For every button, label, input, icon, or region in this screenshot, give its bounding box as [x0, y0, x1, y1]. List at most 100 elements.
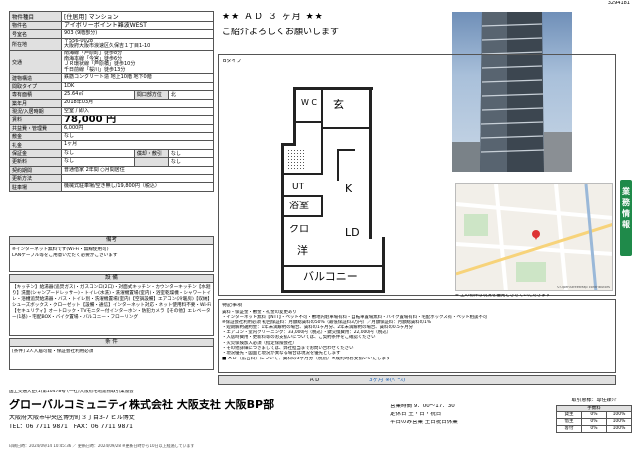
row-key: 号室名	[9, 29, 62, 39]
room-wc: W C	[300, 99, 318, 107]
plan-area: Bタイプ W C 玄 UT K 浴室 クロ LD 洋 バルコニー ©OpenSt…	[218, 54, 616, 298]
row-value: 6,000円	[61, 123, 214, 134]
row-key: 敷金	[9, 132, 62, 142]
row-key: 駐車場	[9, 182, 62, 192]
row-key: 所在地	[9, 37, 62, 51]
notes-commission: ■ ＡＤ（広告料）について：賃料の3ヶ月分（税別）※成約時お支払いいたします	[222, 357, 391, 361]
table-row: 物件種目 [住居用] マンション	[9, 11, 214, 22]
room-entry: 玄	[333, 99, 344, 110]
map-credit: ©OpenStreetMap contributors	[556, 285, 610, 289]
row-value: 南海線「芦原町」徒歩8分 南海本線「今宮」徒歩6分 ＪＲ環状線「芦原橋」徒歩10…	[61, 49, 214, 75]
table-row: 交通 南海線「芦原町」徒歩8分 南海本線「今宮」徒歩6分 ＪＲ環状線「芦原橋」徒歩…	[9, 49, 214, 75]
row-key-2: 間口部方位	[133, 90, 169, 100]
row-key: 間取タイプ	[9, 81, 62, 92]
notes-line: ・現況優先・図面と現況が異なる場合は現況を優先とします	[222, 350, 341, 356]
status-cell: 0%	[582, 412, 607, 418]
row-key: 建物構造	[9, 73, 62, 83]
ad-label: ＡＤ	[309, 378, 321, 383]
status-cell: 100%	[612, 419, 626, 424]
status-cell: 0%	[582, 426, 607, 432]
notes-section: 特記事項 賃料・保証金・敷金・礼金の変更あり ・インターネット無料【NTT】・ペッ…	[218, 299, 616, 373]
row-value-2: なし	[167, 148, 215, 159]
status-title: 取引態様：専任媒介	[571, 398, 617, 403]
notes-lines: 賃料・保証金・敷金・礼金の変更あり ・インターネット無料【NTT】・ペット不可・敷…	[222, 310, 614, 356]
row-value	[61, 174, 214, 184]
room-k: K	[345, 183, 353, 194]
doc-number: 3294181	[607, 1, 630, 6]
company-tel: TEL：06 7711 9871 FAX：06 7711 9871	[9, 424, 133, 430]
row-value: なし	[61, 132, 214, 142]
row-value: 25.64㎡	[61, 90, 135, 100]
row-value: 1ヶ月	[61, 140, 214, 150]
status-header: 手数料	[556, 405, 632, 412]
ad-bar: ＡＤ 3ヶ月 ※(ﾍﾞｰｽ)	[218, 375, 616, 385]
property-rows-table: 物件名 アイボリーポイント難波WEST 号室名 903 (9階部分) 所在地 〒556-0…	[9, 20, 215, 192]
remarks-box: ※インターネット無料です(Wi-Fi・無線使用可) LANケーブル等をご用意いただ…	[9, 244, 214, 272]
side-tab[interactable]: 業務情報	[620, 180, 632, 256]
status-rows: 貸主 0% 100% 借主 0% 100% 客付 0% 100%	[556, 412, 632, 433]
room-ld: LD	[345, 227, 360, 238]
row-key: 更新料	[9, 157, 62, 167]
status-cell: 客付	[557, 426, 582, 432]
greeting: ご紹介よろしくお願いします	[222, 28, 340, 37]
row-value: 鉄筋コンクリート造 地上10階 地下0階	[61, 73, 214, 83]
notes-label: 特記事項	[222, 303, 243, 308]
row-value: 2018年03月	[61, 98, 214, 108]
row-value: 1DK	[61, 81, 214, 92]
room-bath: 浴室	[289, 201, 309, 211]
tagline: ★★ ＡＤ ３ ヶ月 ★★	[222, 13, 324, 22]
row-key: 更新方法	[9, 174, 62, 184]
table-row: 建物構造 鉄筋コンクリート造 地上10階 地下0階	[9, 73, 214, 83]
table-row: 共益費・管理費 6,000円	[9, 123, 214, 134]
status-cell: 100%	[612, 412, 626, 417]
row-key: 礼金	[9, 140, 62, 150]
category-value: [住居用] マンション	[61, 11, 214, 22]
table-row: 賃料 78,000 円	[9, 115, 214, 125]
row-value: なし	[61, 157, 135, 167]
row-value: アイボリーポイント難波WEST	[61, 20, 214, 31]
room-balcony: バルコニー	[303, 271, 358, 282]
company-name: グローバルコミュニティ株式会社 大阪支社 大阪BP部	[9, 399, 275, 410]
table-row: 築年月 2018年03月	[9, 98, 214, 108]
row-value: なし	[61, 148, 135, 159]
row-value: 空室 / 即入	[61, 106, 214, 117]
status-cell: 借主	[557, 419, 582, 425]
row-value: 〒556-0028 大阪府大阪市浪速区久保吉１丁目1-10	[61, 37, 214, 51]
table-row: 保証金 なし 償却・敷引 なし	[9, 148, 215, 159]
property-rows: 物件名 アイボリーポイント難波WEST 号室名 903 (9階部分) 所在地 〒556-0…	[9, 20, 215, 192]
row-key: 保証金	[9, 148, 62, 159]
floorplan: W C 玄 UT K 浴室 クロ LD 洋 バルコニー	[281, 87, 393, 293]
office-hours: 営業時間 9：00〜17：30	[390, 404, 455, 409]
table-row: 所在地 〒556-0028 大阪府大阪市浪速区久保吉１丁目1-10	[9, 37, 214, 51]
row-value: 78,000 円	[61, 115, 214, 125]
table-row: 更新方法	[9, 174, 214, 184]
ad-value: 3ヶ月 ※(ﾍﾞｰｽ)	[369, 378, 406, 383]
table-row: 礼金 1ヶ月	[9, 140, 214, 150]
row-key: 賃料	[9, 115, 62, 125]
table-row: 駐車場 機械式駐車場/空き無し/19,800円（税込）	[9, 182, 214, 192]
remarks-lines: ※インターネット無料です(Wi-Fi・無線使用可) LANケーブル等をご用意いただ…	[12, 247, 212, 259]
row-value-2: 北	[167, 90, 215, 100]
floorplan-caption: ※ 上の物件は現況を優先とさせていただきます	[455, 294, 551, 298]
facilities-box: 【キッチン】給湯器(追焚ガス)・ガスコンロ(2口)・対面式キッチン・カウンターキ…	[9, 282, 214, 336]
location-map[interactable]: ©OpenStreetMap contributors	[455, 183, 613, 291]
row-value: 903 (9階部分)	[61, 29, 214, 39]
status-cell: 100%	[612, 426, 626, 431]
room-ut: UT	[292, 183, 305, 192]
room-western: 洋	[297, 245, 308, 256]
row-key-2: 償却・敷引	[133, 148, 169, 159]
company-address: 大阪府大阪市中央区博労町３丁目3-7 ビル博丈	[9, 415, 135, 421]
print-info: 印刷日時：2024/09/14 10:45:36 ／ 更新日時：2024/09/…	[9, 444, 195, 448]
remarks-line: LANケーブル等をご用意いただく必要がございます	[12, 253, 118, 258]
row-key: 交通	[9, 49, 62, 75]
row-value-2: なし	[167, 157, 215, 167]
office-holiday: 定休日 土・日・祝日	[390, 412, 442, 417]
office-note: 平日のみ営業 土日祝日休業	[390, 420, 458, 425]
status-row: 借主 0% 100%	[556, 419, 632, 426]
row-key: 専有面積	[9, 90, 62, 100]
row-value: 機械式駐車場/空き無し/19,800円（税込）	[61, 182, 214, 192]
row-value: 普通借家 2年間 ○月間居住	[61, 165, 214, 176]
table-row: 号室名 903 (9階部分)	[9, 29, 214, 39]
table-row: 契約期間 普通借家 2年間 ○月間居住	[9, 165, 214, 176]
row-key: 共益費・管理費	[9, 123, 62, 134]
